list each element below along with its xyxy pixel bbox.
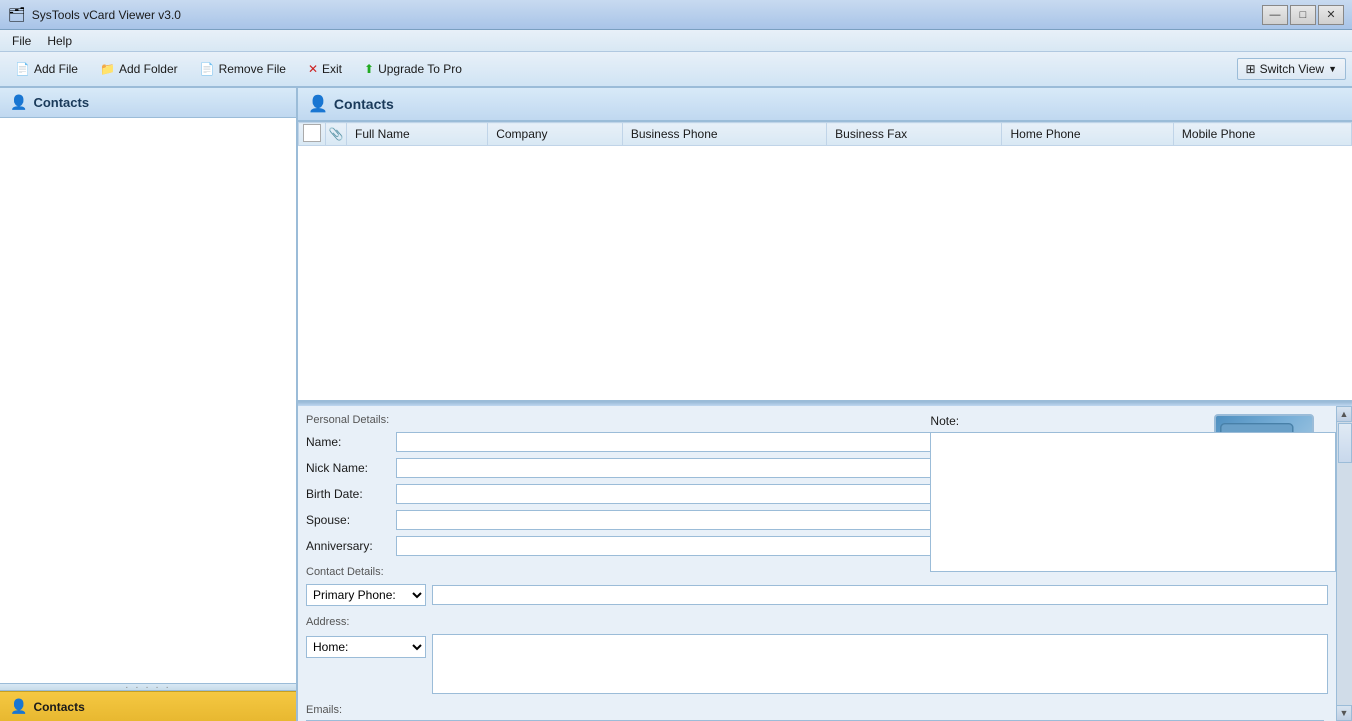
personal-details-label: Personal Details:: [306, 414, 389, 426]
sidebar: 👤 Contacts · · · · · 👤 Contacts: [0, 88, 298, 721]
th-company[interactable]: Company: [488, 123, 623, 146]
sidebar-bottom-label: Contacts: [33, 700, 84, 714]
exit-button[interactable]: ✕ Exit: [299, 58, 351, 80]
sidebar-header: 👤 Contacts: [0, 88, 296, 118]
scroll-down-button[interactable]: ▼: [1336, 705, 1352, 721]
app-title: SysTools vCard Viewer v3.0: [32, 8, 1262, 22]
phone-type-select[interactable]: Primary Phone: Home Phone: Work Phone: M…: [306, 584, 426, 606]
contact-details-label: Contact Details:: [306, 566, 384, 578]
add-file-button[interactable]: 📄 Add File: [6, 58, 87, 80]
contacts-table-area: 📎 Full Name Company Business Phone Busin…: [298, 122, 1352, 402]
note-textarea[interactable]: [930, 432, 1336, 572]
note-label: Note:: [930, 414, 1336, 428]
sidebar-content: [0, 118, 296, 683]
scroll-up-button[interactable]: ▲: [1336, 406, 1352, 422]
note-panel: Note:: [930, 406, 1336, 583]
th-home-phone[interactable]: Home Phone: [1002, 123, 1173, 146]
main-layout: 👤 Contacts · · · · · 👤 Contacts 👤 Contac…: [0, 88, 1352, 721]
address-textarea[interactable]: [432, 634, 1328, 694]
emails-label: Emails:: [306, 704, 342, 716]
content-area: 👤 Contacts 📎 Full Name Company B: [298, 88, 1352, 721]
switch-view-dropdown-arrow: ▼: [1328, 64, 1337, 74]
exit-icon: ✕: [308, 62, 318, 76]
window-controls: — □ ✕: [1262, 5, 1344, 25]
address-label: Address:: [306, 616, 349, 628]
menu-bar: File Help: [0, 30, 1352, 52]
content-title: Contacts: [334, 96, 394, 112]
exit-label: Exit: [322, 62, 342, 76]
attach-icon: 📎: [328, 126, 344, 142]
spouse-label: Spouse:: [306, 513, 396, 527]
app-icon: 🗂: [8, 6, 26, 23]
address-legend: Address:: [306, 616, 1328, 628]
primary-phone-row: Primary Phone: Home Phone: Work Phone: M…: [306, 584, 1328, 606]
upgrade-button[interactable]: ⬆ Upgrade To Pro: [355, 58, 471, 80]
emails-legend: Emails:: [306, 704, 1328, 716]
title-bar: 🗂 SysTools vCard Viewer v3.0 — □ ✕: [0, 0, 1352, 30]
add-folder-icon: 📁: [100, 62, 115, 76]
name-label: Name:: [306, 435, 396, 449]
remove-file-icon: 📄: [200, 62, 215, 76]
anniversary-label: Anniversary:: [306, 539, 396, 553]
switch-view-icon: ⊞: [1246, 62, 1256, 76]
sidebar-bottom-icon: 👤: [10, 698, 27, 715]
table-header-row: 📎 Full Name Company Business Phone Busin…: [299, 123, 1352, 146]
toolbar: 📄 Add File 📁 Add Folder 📄 Remove File ✕ …: [0, 52, 1352, 88]
phone-input[interactable]: [432, 585, 1328, 605]
add-file-label: Add File: [34, 62, 78, 76]
content-header: 👤 Contacts: [298, 88, 1352, 122]
remove-file-label: Remove File: [219, 62, 286, 76]
scrollbar-thumb[interactable]: [1338, 423, 1352, 463]
details-wrapper: Personal Details: Name: Nick Name: Birth…: [298, 406, 1352, 721]
remove-file-button[interactable]: 📄 Remove File: [191, 58, 295, 80]
maximize-button[interactable]: □: [1290, 5, 1316, 25]
address-row: Home: Work: Other:: [306, 634, 1328, 694]
add-file-icon: 📄: [15, 62, 30, 76]
th-checkbox: [299, 123, 326, 146]
sidebar-title: Contacts: [33, 95, 89, 110]
contacts-table: 📎 Full Name Company Business Phone Busin…: [298, 122, 1352, 146]
th-business-phone[interactable]: Business Phone: [622, 123, 826, 146]
header-checkbox[interactable]: [303, 124, 321, 142]
address-section: Address: Home: Work: Other:: [298, 616, 1336, 704]
add-folder-button[interactable]: 📁 Add Folder: [91, 58, 187, 80]
switch-view-label: Switch View: [1260, 62, 1324, 76]
address-type-select[interactable]: Home: Work: Other:: [306, 636, 426, 658]
upgrade-icon: ⬆: [364, 62, 374, 76]
th-business-fax[interactable]: Business Fax: [827, 123, 1002, 146]
nickname-label: Nick Name:: [306, 461, 396, 475]
content-header-icon: 👤: [308, 94, 328, 114]
switch-view-button[interactable]: ⊞ Switch View ▼: [1237, 58, 1346, 80]
scrollbar-track[interactable]: ▲ ▼: [1336, 406, 1352, 721]
add-folder-label: Add Folder: [119, 62, 178, 76]
th-mobile-phone[interactable]: Mobile Phone: [1173, 123, 1351, 146]
minimize-button[interactable]: —: [1262, 5, 1288, 25]
birthdate-label: Birth Date:: [306, 487, 396, 501]
sidebar-contacts-tab[interactable]: 👤 Contacts: [0, 691, 296, 721]
upgrade-label: Upgrade To Pro: [378, 62, 462, 76]
th-full-name[interactable]: Full Name: [347, 123, 488, 146]
menu-file[interactable]: File: [4, 32, 39, 50]
sidebar-contacts-icon: 👤: [10, 94, 27, 111]
sidebar-resize-handle[interactable]: · · · · ·: [0, 683, 296, 691]
emails-section: Emails:: [298, 704, 1336, 721]
menu-help[interactable]: Help: [39, 32, 80, 50]
th-attach: 📎: [326, 123, 347, 146]
close-button[interactable]: ✕: [1318, 5, 1344, 25]
